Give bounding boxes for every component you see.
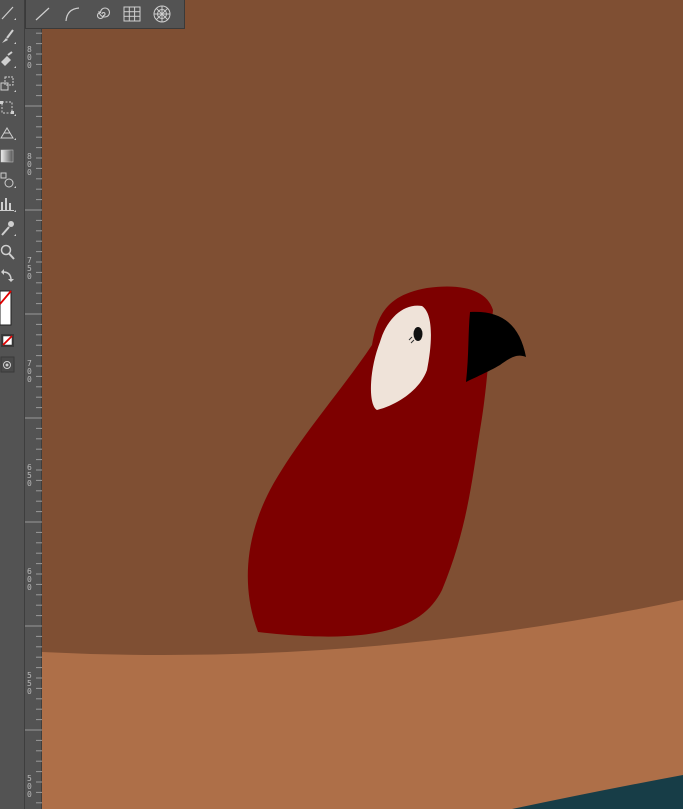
tools-panel [0,0,25,809]
fill-stroke-icon[interactable] [0,288,18,326]
ruler-label: 700 [27,359,32,384]
transform-icon[interactable] [0,98,18,118]
ruler-label: 600 [27,567,32,592]
spiral-icon[interactable] [91,4,113,24]
brush-icon[interactable] [0,26,18,46]
ruler-label: 750 [27,256,32,281]
line-segment-icon[interactable] [31,4,53,24]
graph-icon[interactable] [0,194,18,214]
perspective-icon[interactable] [0,122,18,142]
gradient-icon[interactable] [0,146,18,166]
line-icon[interactable] [0,2,18,22]
scale-icon[interactable] [0,74,18,94]
parrot-eye [413,327,423,341]
ruler-label: 650 [27,463,32,488]
zoom-icon[interactable] [0,242,18,262]
pencil-icon[interactable] [0,50,18,70]
draw-mode-icon[interactable] [0,355,18,375]
eyedropper-icon[interactable] [0,218,18,238]
ruler-label: 550 [27,671,32,696]
arc-icon[interactable] [61,4,83,24]
rectangular-grid-icon[interactable] [121,4,143,24]
shapes-icon[interactable] [0,170,18,190]
swap-icon[interactable] [0,266,18,286]
ruler-label: 500 [27,774,32,799]
ruler-label: 800 [27,45,32,70]
polar-grid-icon[interactable] [151,4,173,24]
ruler-label: 800 [27,152,32,177]
vertical-ruler: 800 800 750 700 650 600 550 500 [25,0,42,809]
artboard-canvas[interactable] [42,0,683,809]
none-icon[interactable] [0,332,18,350]
line-tools-flyout [25,0,185,29]
